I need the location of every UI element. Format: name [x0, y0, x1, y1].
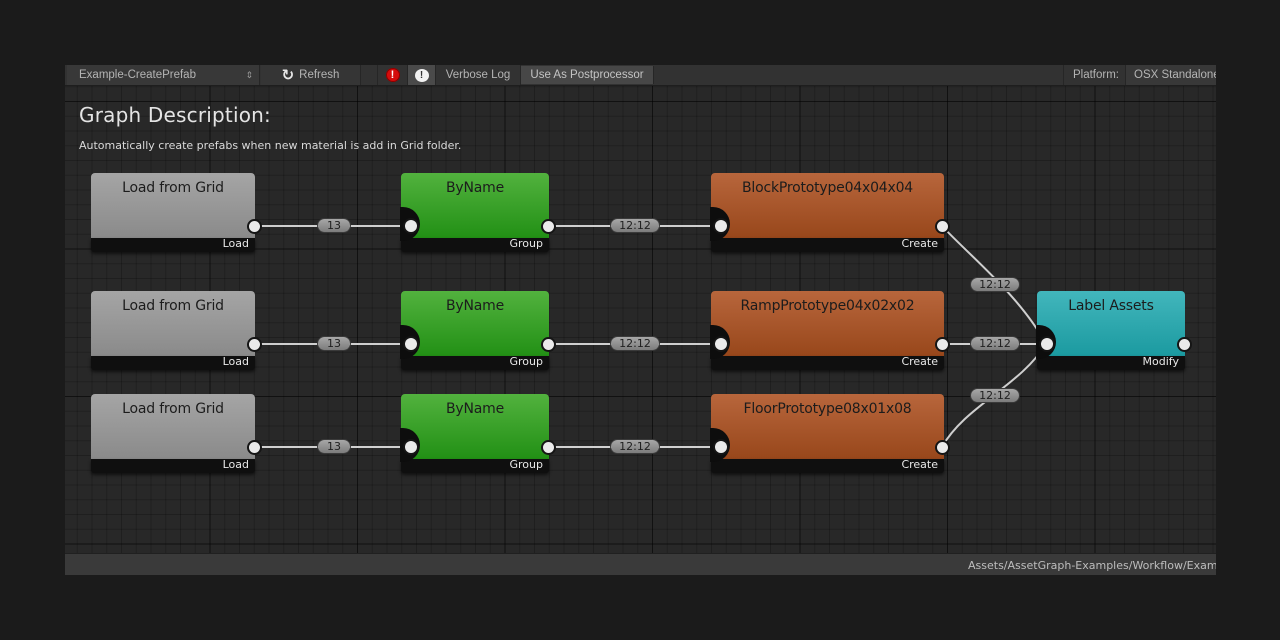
node-floor-prototype[interactable]: FloorPrototype08x01x08 Create — [710, 394, 948, 474]
node-kind: Create — [901, 355, 938, 368]
verbose-log-label: Verbose Log — [445, 69, 511, 81]
node-title: ByName — [446, 298, 504, 314]
connection-count-badge[interactable]: 12:12 — [971, 278, 1019, 291]
refresh-label: Refresh — [299, 69, 340, 81]
connection-count-badge[interactable]: 13 — [318, 337, 350, 350]
node-ramp-prototype[interactable]: RampPrototype04x02x02 Create — [710, 291, 948, 371]
node-title: Load from Grid — [122, 401, 224, 417]
node-title: BlockPrototype04x04x04 — [741, 180, 914, 196]
node-title: Label Assets — [1068, 298, 1154, 314]
node-load-from-grid[interactable]: Load from Grid Load — [91, 394, 260, 474]
input-port[interactable] — [715, 441, 727, 453]
output-port[interactable] — [249, 442, 260, 453]
select-arrows-icon: ⇕ — [245, 69, 253, 80]
node-kind: Create — [901, 458, 938, 471]
toolbar-spacer — [361, 65, 378, 85]
node-byname[interactable]: ByName Group — [400, 291, 554, 371]
node-load-from-grid[interactable]: Load from Grid Load — [91, 173, 260, 253]
status-bar: Assets/AssetGraph-Examples/Workflow/Exam… — [65, 553, 1216, 575]
node-kind: Group — [509, 458, 544, 471]
input-port[interactable] — [405, 441, 417, 453]
connection-count-badge[interactable]: 12:12 — [611, 219, 659, 232]
use-as-postprocessor-toggle[interactable]: Use As Postprocessor — [521, 66, 654, 84]
graph-description-title: Graph Description: — [79, 103, 271, 127]
node-kind: Group — [509, 237, 544, 250]
graph-select-dropdown[interactable]: Example-CreatePrefab ⇕ — [67, 65, 260, 85]
node-kind: Load — [222, 458, 249, 471]
output-port[interactable] — [543, 339, 554, 350]
graph-asset-path: Assets/AssetGraph-Examples/Workflow/Exam… — [968, 559, 1216, 572]
error-icon: ! — [385, 68, 400, 82]
output-port[interactable] — [937, 442, 948, 453]
node-kind: Group — [509, 355, 544, 368]
asset-graph-window: Example-CreatePrefab ⇕ ↻ Refresh ! ! Ver… — [65, 65, 1216, 575]
toolbar-flex-space — [654, 65, 1064, 85]
warning-icon: ! — [414, 68, 429, 82]
verbose-log-toggle[interactable]: Verbose Log — [436, 65, 521, 85]
node-load-from-grid[interactable]: Load from Grid Load — [91, 291, 260, 371]
node-kind: Load — [222, 355, 249, 368]
toolbar: Example-CreatePrefab ⇕ ↻ Refresh ! ! Ver… — [65, 65, 1216, 86]
output-port[interactable] — [1179, 339, 1190, 350]
node-byname[interactable]: ByName Group — [400, 173, 554, 253]
input-port[interactable] — [405, 338, 417, 350]
connection-count-badge[interactable]: 12:12 — [971, 337, 1019, 350]
node-title: ByName — [446, 180, 504, 196]
input-port[interactable] — [405, 220, 417, 232]
graph-select-value: Example-CreatePrefab — [79, 69, 196, 81]
node-title: Load from Grid — [122, 298, 224, 314]
refresh-icon: ↻ — [281, 66, 295, 84]
output-port[interactable] — [543, 221, 554, 232]
input-port[interactable] — [1041, 338, 1053, 350]
output-port[interactable] — [937, 339, 948, 350]
output-port[interactable] — [937, 221, 948, 232]
output-port[interactable] — [249, 339, 260, 350]
connection-count-badge[interactable]: 12:12 — [611, 337, 659, 350]
node-kind: Load — [222, 237, 249, 250]
connection-count-badge[interactable]: 12:12 — [971, 389, 1019, 402]
node-block-prototype[interactable]: BlockPrototype04x04x04 Create — [710, 173, 948, 253]
node-title: RampPrototype04x02x02 — [740, 298, 915, 314]
input-port[interactable] — [715, 338, 727, 350]
node-kind: Create — [901, 237, 938, 250]
platform-value: OSX Standalone — [1134, 69, 1216, 81]
connection-count-badge[interactable]: 12:12 — [611, 440, 659, 453]
node-title: Load from Grid — [122, 180, 224, 196]
output-port[interactable] — [543, 442, 554, 453]
platform-dropdown[interactable]: OSX Standalone — [1126, 65, 1216, 85]
platform-label: Platform: — [1064, 65, 1126, 85]
output-port[interactable] — [249, 221, 260, 232]
graph-description-text: Automatically create prefabs when new ma… — [79, 139, 462, 152]
graph-canvas[interactable]: Graph Description: Automatically create … — [65, 86, 1216, 553]
node-kind: Modify — [1142, 355, 1179, 368]
connection-count-badge[interactable]: 13 — [318, 219, 350, 232]
show-errors-toggle[interactable]: ! — [378, 65, 408, 85]
use-as-postprocessor-label: Use As Postprocessor — [530, 69, 644, 81]
node-byname[interactable]: ByName Group — [400, 394, 554, 474]
input-port[interactable] — [715, 220, 727, 232]
connection-count-badge[interactable]: 13 — [318, 440, 350, 453]
refresh-button[interactable]: ↻ Refresh — [261, 65, 361, 85]
node-title: ByName — [446, 401, 504, 417]
node-title: FloorPrototype08x01x08 — [743, 401, 912, 417]
node-label-assets[interactable]: Label Assets Modify — [1036, 291, 1190, 371]
show-warnings-toggle[interactable]: ! — [408, 65, 436, 85]
